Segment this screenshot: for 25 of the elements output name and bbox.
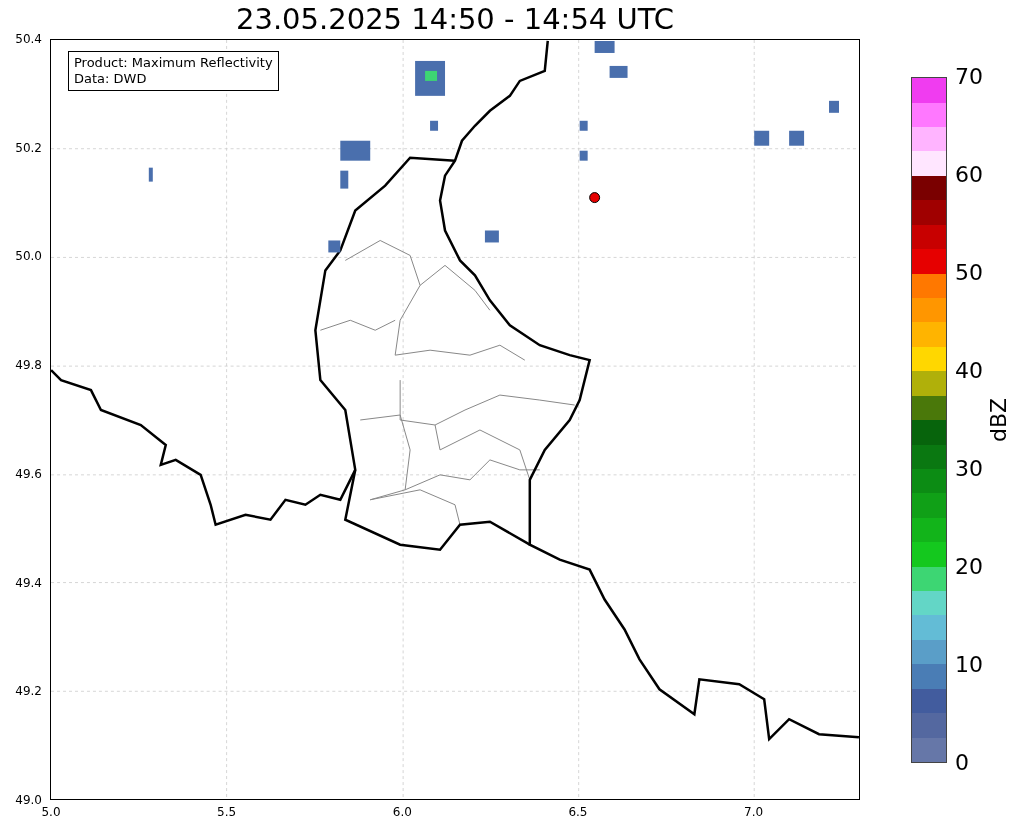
chart-title: 23.05.2025 14:50 - 14:54 UTC [236, 5, 674, 34]
colorbar-tick-label: 40 [955, 360, 983, 382]
colorbar-label: dBZ [988, 397, 1011, 443]
x-tick-label: 5.0 [41, 806, 61, 818]
y-tick-label: 50.0 [15, 250, 42, 263]
colorbar-tick-label: 0 [955, 752, 969, 774]
y-tick-label: 50.4 [15, 33, 42, 45]
colorbar-tick-label: 50 [955, 262, 983, 284]
y-tick-label: 50.2 [15, 141, 42, 154]
colorbar-tick-label: 60 [955, 164, 983, 186]
colorbar-tick-label: 20 [955, 556, 983, 578]
colorbar-tick-label: 70 [955, 66, 983, 88]
legend-text: Product: Maximum Reflectivity [74, 55, 273, 71]
x-tick-label: 7.0 [744, 806, 764, 818]
colorbar-tick-label: 30 [955, 458, 983, 480]
x-tick-label: 6.0 [392, 806, 412, 818]
x-tick-label: 6.5 [568, 806, 588, 818]
colorbar-tick-label: 10 [955, 654, 983, 676]
x-tick-label: 5.5 [217, 806, 237, 818]
y-tick-label: 49.4 [15, 576, 42, 589]
y-tick-label: 49.6 [15, 467, 42, 480]
legend-text: Data: DWD [74, 71, 148, 87]
y-tick-label: 49.8 [15, 359, 42, 372]
y-tick-label: 49.2 [15, 685, 42, 698]
y-tick-label: 49.0 [15, 794, 42, 806]
